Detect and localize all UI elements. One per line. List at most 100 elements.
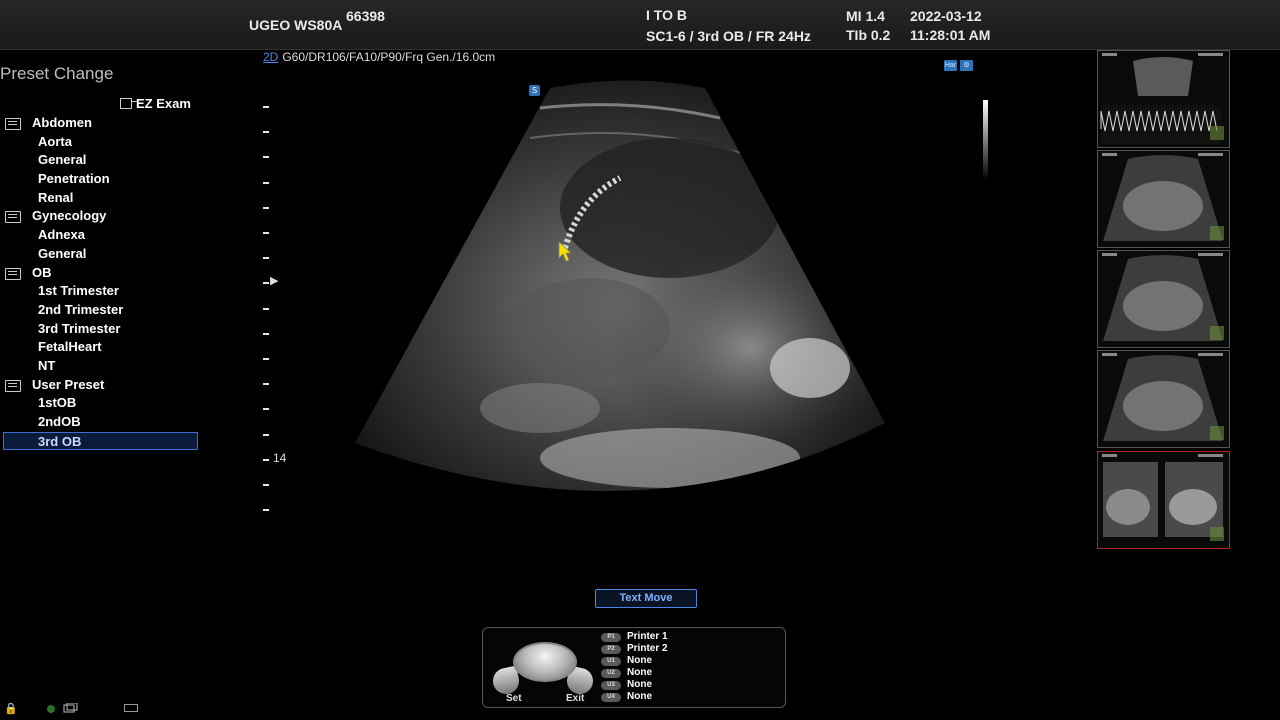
preset-category-abdomen[interactable]: Abdomen — [0, 114, 210, 133]
depth-tick — [263, 433, 269, 436]
key-label: None — [627, 667, 652, 678]
cursor-pointer-icon — [558, 241, 573, 262]
preset-label: NT — [38, 357, 56, 373]
preset-item-nt[interactable]: NT — [0, 357, 210, 376]
preset-label: 2nd Trimester — [38, 301, 124, 317]
mechanical-index: MI 1.4 — [846, 8, 885, 24]
exam-time: 11:28:01 AM — [910, 27, 991, 43]
preset-category-user-preset[interactable]: User Preset — [0, 376, 210, 395]
patient-id: 66398 — [346, 8, 385, 24]
key-badge: P2 — [601, 645, 621, 654]
preset-label: User Preset — [32, 376, 105, 392]
preset-folder-icon — [5, 267, 21, 280]
trackball-icon[interactable] — [513, 642, 577, 682]
preset-folder-icon — [5, 118, 21, 130]
grayscale-bar — [983, 100, 988, 180]
preset-item-1st-trimester[interactable]: 1st Trimester — [0, 282, 210, 301]
preset-item-aorta[interactable]: Aorta — [0, 133, 210, 152]
exit-label: Exit — [566, 693, 585, 704]
harmonic-icon: Har — [944, 60, 957, 71]
function-key-p1[interactable]: P1 Printer 1 — [601, 631, 668, 643]
ultrasound-image[interactable] — [340, 78, 900, 528]
preset-item-2nd-trimester[interactable]: 2nd Trimester — [0, 301, 210, 320]
thumbnail-1[interactable] — [1097, 50, 1230, 148]
key-badge: U1 — [601, 657, 621, 666]
function-key-u3[interactable]: U3 None — [601, 679, 668, 691]
preset-label: 1st Trimester — [38, 283, 119, 299]
preset-folder-icon — [5, 211, 21, 224]
key-label: None — [627, 679, 652, 690]
depth-tick — [263, 383, 269, 386]
function-key-u2[interactable]: U2 None — [601, 667, 668, 679]
key-badge: U4 — [601, 693, 621, 702]
preset-item-general[interactable]: General — [0, 151, 210, 170]
preset-label: 3rd Trimester — [38, 320, 121, 336]
thumbnail-2[interactable] — [1097, 150, 1230, 248]
transducer-mode: I TO B — [646, 7, 687, 23]
preset-label: Penetration — [38, 171, 110, 187]
imaging-mode[interactable]: 2D — [263, 50, 278, 64]
text-move-button[interactable]: Text Move — [595, 589, 697, 608]
key-label: Printer 1 — [627, 631, 668, 642]
ez-exam-icon — [120, 98, 137, 109]
preset-label: Adnexa — [38, 227, 85, 243]
depth-tick — [263, 458, 269, 461]
preset-label: Abdomen — [32, 115, 92, 130]
preset-folder-icon — [5, 379, 21, 392]
depth-tick — [263, 282, 269, 285]
depth-tick — [263, 408, 269, 411]
preset-item-3rd-ob[interactable]: 3rd OB — [3, 431, 198, 451]
function-key-u4[interactable]: U4 None — [601, 691, 668, 703]
exam-date: 2022-03-12 — [910, 8, 982, 24]
preset-label: Renal — [38, 189, 74, 205]
preset-item-penetration[interactable]: Penetration — [0, 170, 210, 189]
preset-label: Aorta — [38, 133, 72, 149]
preset-item-2ndob[interactable]: 2ndOB — [0, 413, 210, 432]
depth-tick — [263, 484, 269, 486]
system-model: UGEO WS80A — [249, 17, 343, 33]
function-key-u1[interactable]: U1 None — [601, 655, 668, 667]
preset-label: General — [38, 245, 87, 261]
preset-label: FetalHeart — [38, 339, 102, 355]
depth-tick — [263, 358, 269, 360]
preset-item-adnexa[interactable]: Adnexa — [0, 226, 210, 245]
depth-tick — [263, 156, 269, 159]
preset-panel-title: Preset Change — [0, 64, 114, 83]
thumbnail-5[interactable] — [1097, 451, 1230, 549]
depth-tick — [263, 307, 269, 310]
preset-label: Gynecology — [32, 208, 107, 224]
depth-tick — [263, 106, 269, 108]
image-icons: Har ⚙ — [944, 54, 976, 72]
thumbnail-4[interactable] — [1097, 350, 1230, 448]
key-label: None — [627, 655, 652, 666]
top-status-bar: UGEO WS80A 66398 I TO B SC1-6 / 3rd OB /… — [0, 0, 1280, 50]
preset-category-gynecology[interactable]: Gynecology — [0, 207, 210, 226]
key-badge: U3 — [601, 681, 621, 690]
image-parameters: 2D G60/DR106/FA10/P90/Frq Gen./16.0cm — [263, 50, 495, 64]
preset-item-1stob[interactable]: 1stOB — [0, 394, 210, 413]
ez-exam-label: EZ Exam — [136, 96, 191, 111]
function-key-p2[interactable]: P2 Printer 2 — [601, 643, 668, 655]
preset-item-general[interactable]: General — [0, 245, 210, 264]
orientation-marker-icon: S — [529, 85, 540, 96]
preset-item-3rd-trimester[interactable]: 3rd Trimester — [0, 320, 210, 339]
set-label: Set — [506, 693, 522, 704]
preset-item-fetalheart[interactable]: FetalHeart — [0, 338, 210, 357]
preset-label: OB — [32, 264, 52, 280]
ez-exam-button[interactable]: EZ Exam — [120, 96, 191, 111]
preset-label: 1stOB — [38, 395, 77, 411]
key-label: Printer 2 — [627, 643, 668, 654]
key-label: None — [627, 691, 652, 702]
thumbnail-3[interactable] — [1097, 250, 1230, 348]
depth-tick — [263, 206, 269, 209]
preset-list: Abdomen Aorta General Penetration Renal Gynec… — [0, 114, 210, 451]
preset-label: General — [38, 152, 87, 168]
keyboard-icon — [124, 704, 138, 712]
preset-category-ob[interactable]: OB — [0, 264, 210, 283]
depth-scale-label: 14 — [273, 451, 287, 465]
trackball-panel: Set Exit P1 Printer 1 P2 Printer 2 U1 None U2 N… — [482, 627, 786, 708]
preset-label: 3rd OB — [38, 433, 82, 449]
settings-icon: ⚙ — [960, 60, 973, 71]
preset-item-renal[interactable]: Renal — [0, 189, 210, 208]
depth-tick — [263, 232, 269, 234]
